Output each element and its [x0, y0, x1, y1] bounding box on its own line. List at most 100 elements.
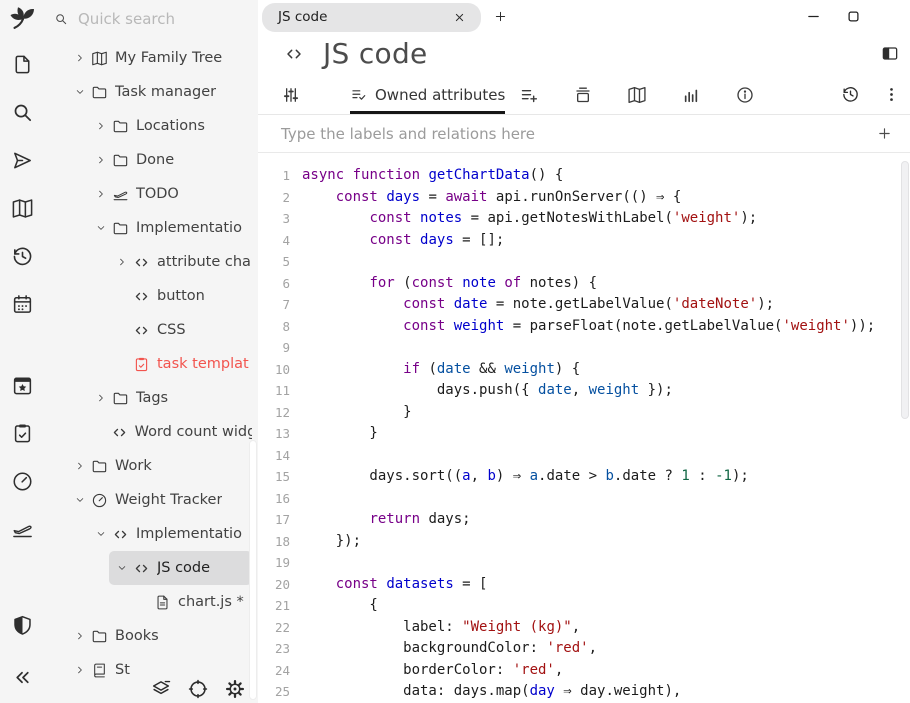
rail-clipboard-check-button[interactable]: [0, 409, 45, 457]
expander-chevron-right-icon[interactable]: [73, 52, 87, 64]
ribbon-book-map-tab[interactable]: [627, 85, 647, 105]
tree-item-work[interactable]: Work: [67, 449, 252, 483]
expander-chevron-right-icon[interactable]: [73, 630, 87, 642]
tab-js-code[interactable]: JS code: [262, 3, 481, 32]
code-editor[interactable]: 1async function getChartData() {2 const …: [258, 153, 910, 703]
launcher-rail: [0, 0, 45, 703]
note-title[interactable]: JS code: [323, 37, 428, 70]
folder-icon: [91, 458, 108, 475]
tree-item-task-manager[interactable]: Task manager: [67, 75, 252, 109]
folder-icon: [112, 220, 129, 237]
code-icon: [133, 288, 150, 305]
tree-item-css[interactable]: CSS: [109, 313, 252, 347]
ribbon-tab-owned-attributes[interactable]: Owned attributes: [350, 75, 505, 114]
expander-chevron-down-icon[interactable]: [94, 528, 108, 540]
split-view-button[interactable]: [880, 44, 900, 63]
ribbon-info-circle-tab[interactable]: [735, 85, 755, 105]
tree-scrollbar-thumb[interactable]: [249, 440, 257, 700]
expander-chevron-right-icon[interactable]: [115, 256, 129, 268]
ribbon: Owned attributes: [258, 75, 910, 115]
tree-item-locations[interactable]: Locations: [88, 109, 252, 143]
tree-item-tags[interactable]: Tags: [88, 381, 252, 415]
maximize-button[interactable]: [844, 8, 862, 25]
tree-item-weight-tracker[interactable]: Weight Tracker: [67, 483, 252, 517]
expander-chevron-right-icon[interactable]: [94, 392, 108, 404]
code-line: 5: [258, 251, 910, 273]
new-tab-button[interactable]: [493, 9, 508, 24]
expander-chevron-right-icon[interactable]: [94, 154, 108, 166]
rail-history-button[interactable]: [0, 232, 45, 280]
code-icon: [112, 526, 129, 543]
tree-bottom-toolbar: [150, 678, 246, 700]
expander-chevron-down-icon[interactable]: [73, 494, 87, 506]
expander-chevron-right-icon[interactable]: [73, 460, 87, 472]
folder-icon: [91, 84, 108, 101]
close-tab-icon[interactable]: [453, 11, 466, 24]
line-number: 2: [258, 187, 302, 209]
expander-chevron-down-icon[interactable]: [94, 222, 108, 234]
tree-item-done[interactable]: Done: [88, 143, 252, 177]
ribbon-sliders-tab[interactable]: [281, 85, 301, 105]
code-line-text: }: [302, 423, 378, 445]
ribbon-list-plus-tab[interactable]: [519, 85, 539, 105]
minimize-button[interactable]: [804, 8, 822, 25]
gauge-icon: [91, 492, 108, 509]
tree-item-task-templat[interactable]: task templat: [109, 347, 252, 381]
rail-calendar-button[interactable]: [0, 280, 45, 328]
gear-button[interactable]: [224, 678, 246, 700]
rail-shield-button[interactable]: [0, 601, 45, 649]
expander-chevron-down-icon[interactable]: [73, 86, 87, 98]
kebab-button[interactable]: [882, 85, 901, 104]
chevrons-left-icon: [11, 666, 34, 689]
rail-new-note-button[interactable]: [0, 40, 45, 88]
tree-item-chart-js[interactable]: chart.js *: [130, 585, 252, 619]
folder-icon: [91, 628, 108, 645]
expander-chevron-down-icon[interactable]: [115, 562, 129, 574]
code-line: 25 data: days.map(day ⇒ day.weight),: [258, 681, 910, 703]
code-line-text: for (const note of notes) {: [302, 273, 597, 295]
ribbon-tab-label: Owned attributes: [375, 86, 505, 104]
code-line-text: const notes = api.getNotesWithLabel('wei…: [302, 208, 757, 230]
rail-trilium-logo-button[interactable]: [0, 0, 45, 40]
rail-search-button[interactable]: [0, 88, 45, 136]
code-line-text: {: [302, 595, 378, 617]
line-number: 12: [258, 402, 302, 424]
app-window: Quick search My Family TreeTask managerL…: [0, 0, 910, 703]
code-line: 8 const weight = parseFloat(note.getLabe…: [258, 316, 910, 338]
attribute-editor[interactable]: Type the labels and relations here: [258, 115, 910, 153]
rail-calendar-star-button[interactable]: [0, 361, 45, 409]
expander-chevron-right-icon[interactable]: [73, 664, 87, 676]
rail-chevrons-left-button[interactable]: [0, 653, 45, 701]
tree-item-todo[interactable]: TODO: [88, 177, 252, 211]
rail-send-button[interactable]: [0, 136, 45, 184]
expander-chevron-right-icon[interactable]: [94, 188, 108, 200]
tree-item-js-code[interactable]: JS code: [109, 551, 252, 585]
code-line-text: async function getChartData() {: [302, 165, 563, 187]
tree-item-implementatio[interactable]: Implementatio: [88, 517, 252, 551]
code-line: 11 days.push({ date, weight });: [258, 380, 910, 402]
layers-minus-button[interactable]: [150, 678, 172, 700]
line-number: 17: [258, 509, 302, 531]
attribute-placeholder: Type the labels and relations here: [281, 125, 535, 143]
editor-scrollbar-thumb[interactable]: [901, 161, 909, 419]
add-attribute-button[interactable]: [876, 125, 893, 142]
tree-item-button[interactable]: button: [109, 279, 252, 313]
tree-item-my-family-tree[interactable]: My Family Tree: [67, 41, 252, 75]
target-button[interactable]: [187, 678, 209, 700]
ribbon-bar-chart-tab[interactable]: [681, 85, 701, 105]
tree-item-word-count-widge[interactable]: Word count widge: [88, 415, 252, 449]
tree-item-implementatio[interactable]: Implementatio: [88, 211, 252, 245]
tab-bar: JS code: [258, 0, 910, 32]
rail-gauge-button[interactable]: [0, 457, 45, 505]
quick-search[interactable]: Quick search: [45, 0, 258, 38]
rail-book-map-button[interactable]: [0, 184, 45, 232]
close-button[interactable]: [884, 8, 902, 25]
expander-chevron-right-icon[interactable]: [94, 120, 108, 132]
code-note-icon[interactable]: [284, 44, 304, 64]
clock-history-button[interactable]: [841, 85, 860, 104]
tree-item-books[interactable]: Books: [67, 619, 252, 653]
ribbon-archive-tab[interactable]: [573, 85, 593, 105]
gauge-icon: [11, 470, 34, 493]
rail-plane-button[interactable]: [0, 505, 45, 553]
tree-item-attribute-cha[interactable]: attribute cha: [109, 245, 252, 279]
